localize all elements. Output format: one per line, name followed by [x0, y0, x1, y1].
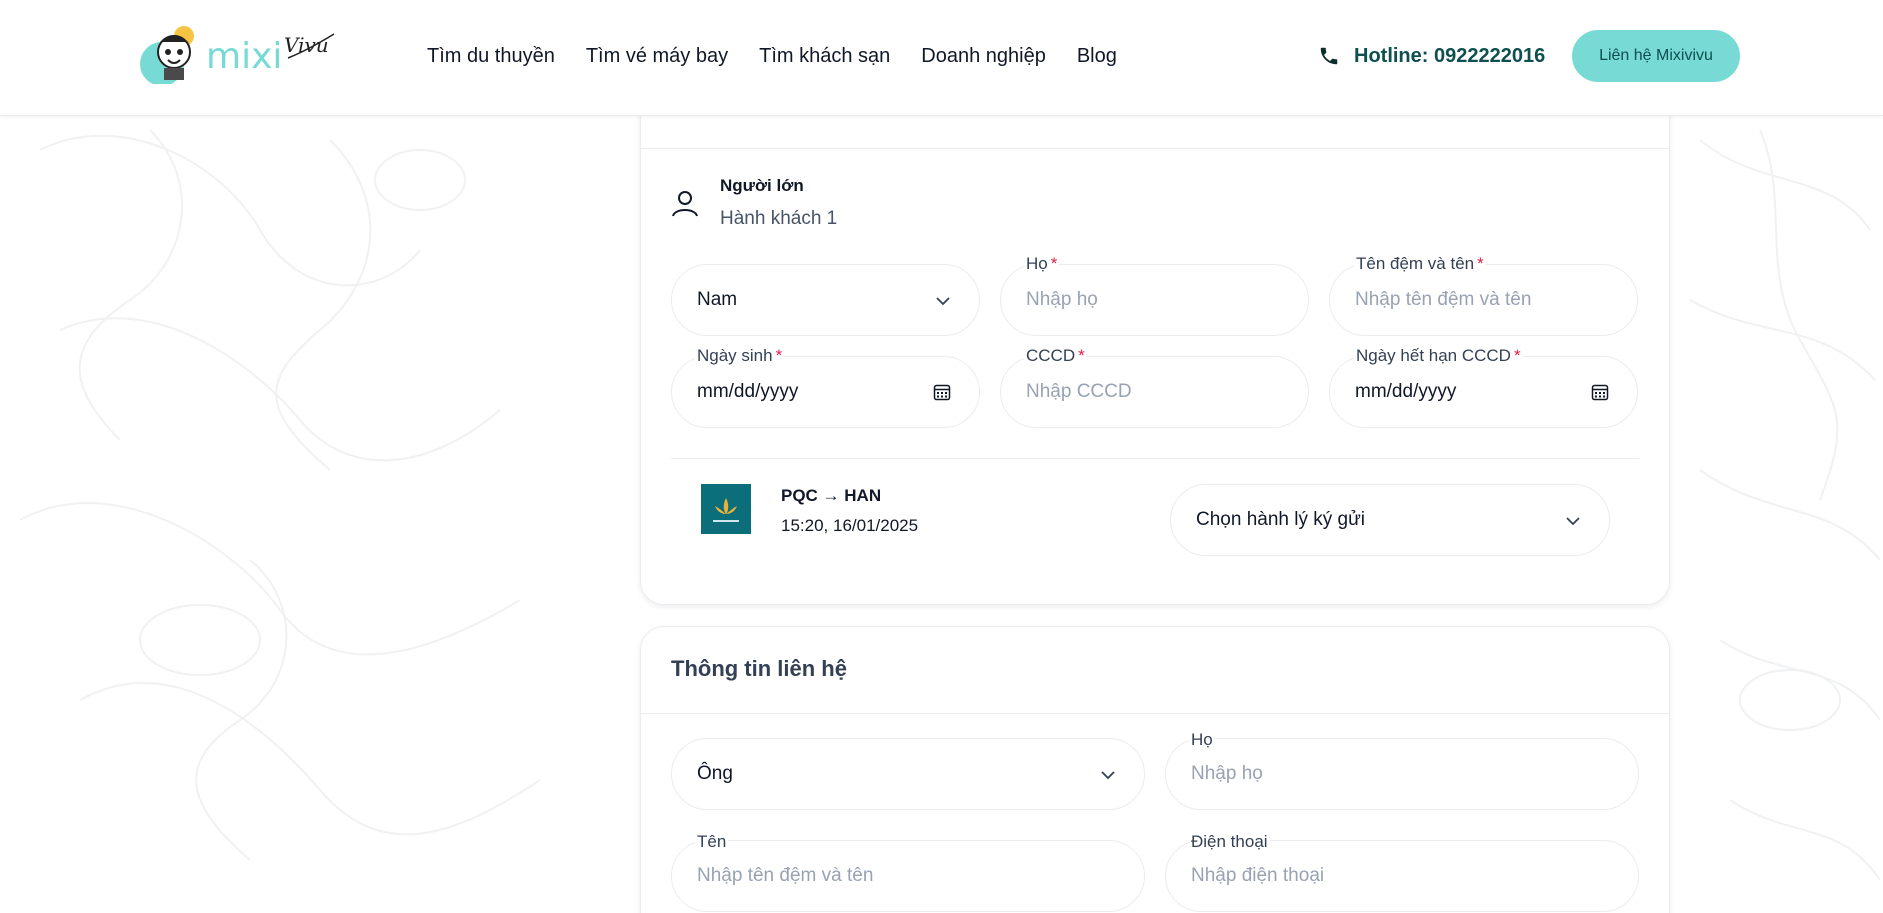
flight-datetime: 15:20, 16/01/2025 — [781, 516, 919, 535]
salutation-value: Ông — [697, 763, 733, 784]
chevron-down-icon — [1566, 517, 1580, 526]
chevron-down-icon — [936, 297, 950, 306]
gender-select[interactable]: Nam — [671, 264, 980, 336]
first-name-placeholder: Nhập tên đệm và tên — [1355, 289, 1532, 310]
contact-last-name-label: Họ — [1189, 730, 1215, 750]
svg-text:Vivu: Vivu — [284, 33, 329, 57]
airline-logo — [701, 484, 751, 534]
divider — [671, 458, 1639, 459]
calendar-icon[interactable] — [1591, 383, 1609, 401]
id-expiry-value: mm/dd/yyyy — [1355, 381, 1457, 402]
calendar-icon[interactable] — [933, 383, 951, 401]
site-header: mixi Vivu Tìm du thuyền Tìm vé máy bay T… — [0, 0, 1883, 116]
first-name-label: Tên đệm và tên * — [1354, 254, 1486, 274]
contact-mixivivu-button[interactable]: Liên hệ Mixivivu — [1572, 30, 1740, 82]
last-name-placeholder: Nhập họ — [1026, 289, 1098, 310]
passenger-name: Hành khách 1 — [720, 208, 838, 229]
contact-section-title: Thông tin liên hệ — [671, 656, 847, 681]
id-card-input[interactable]: Nhập CCCD — [1000, 356, 1309, 428]
nav-business[interactable]: Doanh nghiệp — [921, 45, 1046, 68]
phone-icon — [1320, 47, 1338, 65]
contact-last-name-input[interactable]: Nhập họ — [1165, 738, 1639, 810]
contact-phone-label: Điện thoại — [1189, 832, 1270, 852]
mixivivu-logo[interactable]: mixi Vivu — [138, 20, 338, 84]
id-card-label: CCCD * — [1024, 346, 1087, 366]
nav-cruise[interactable]: Tìm du thuyền — [427, 45, 555, 68]
hotline[interactable]: Hotline: 0922222016 — [1318, 40, 1545, 72]
main-nav: Tìm du thuyền Tìm vé máy bay Tìm khách s… — [427, 0, 1148, 112]
id-card-placeholder: Nhập CCCD — [1026, 381, 1132, 402]
dob-label: Ngày sinh * — [695, 346, 785, 366]
id-expiry-input[interactable]: mm/dd/yyyy — [1329, 356, 1638, 428]
divider — [641, 148, 1669, 149]
flight-route: PQC → HAN — [781, 486, 882, 505]
contact-first-name-input[interactable]: Nhập tên đệm và tên — [671, 840, 1145, 912]
passenger-type: Người lớn — [720, 176, 804, 195]
first-name-input[interactable]: Nhập tên đệm và tên — [1329, 264, 1638, 336]
chevron-down-icon — [1101, 771, 1115, 780]
salutation-select[interactable]: Ông — [671, 738, 1145, 810]
contact-first-name-label: Tên — [695, 832, 729, 852]
svg-text:mixi: mixi — [206, 36, 282, 77]
id-expiry-label: Ngày hết hạn CCCD * — [1354, 346, 1523, 366]
dob-value: mm/dd/yyyy — [697, 381, 799, 402]
nav-hotels[interactable]: Tìm khách sạn — [759, 45, 890, 68]
divider — [641, 713, 1669, 714]
gender-value: Nam — [697, 289, 738, 310]
hotline-text: Hotline: 0922222016 — [1354, 44, 1546, 67]
last-name-input[interactable]: Nhập họ — [1000, 264, 1309, 336]
nav-blog[interactable]: Blog — [1077, 45, 1117, 68]
dob-input[interactable]: mm/dd/yyyy — [671, 356, 980, 428]
last-name-label: Họ * — [1024, 254, 1060, 274]
baggage-select-value: Chọn hành lý ký gửi — [1196, 509, 1366, 530]
user-icon — [672, 191, 698, 217]
nav-flights[interactable]: Tìm vé máy bay — [586, 45, 728, 68]
baggage-select[interactable]: Chọn hành lý ký gửi — [1170, 484, 1610, 556]
